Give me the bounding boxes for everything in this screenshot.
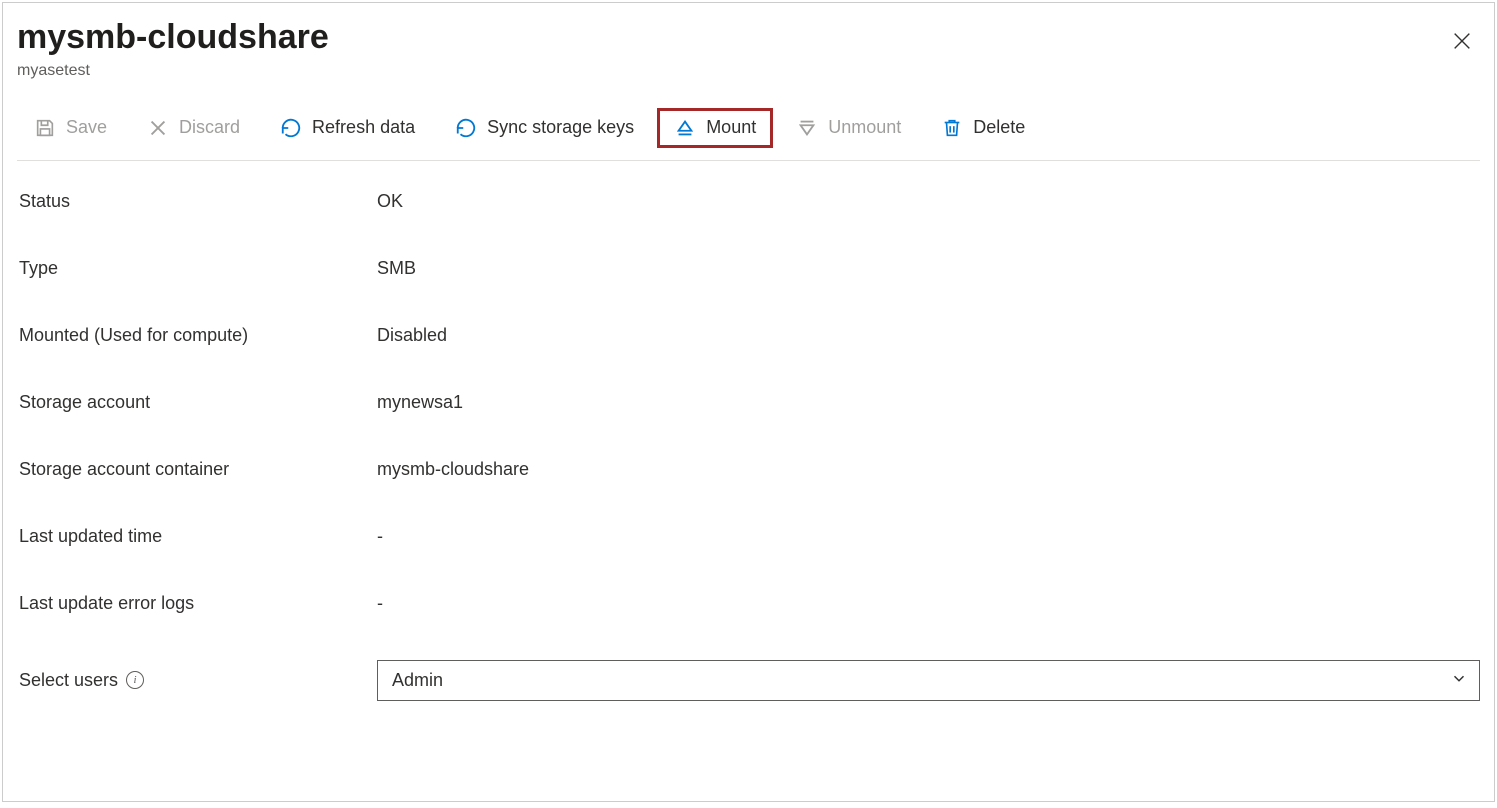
- delete-icon: [941, 117, 963, 139]
- storage-account-label: Storage account: [19, 392, 377, 413]
- toolbar: Save Discard Refresh data: [17, 90, 1480, 161]
- header: mysmb-cloudshare myasetest: [17, 17, 1480, 80]
- save-icon: [34, 117, 56, 139]
- status-value: OK: [377, 191, 1480, 212]
- sync-icon: [455, 117, 477, 139]
- storage-container-label: Storage account container: [19, 459, 377, 480]
- storage-account-value: mynewsa1: [377, 392, 1480, 413]
- mounted-row: Mounted (Used for compute) Disabled: [19, 325, 1480, 346]
- sync-keys-button[interactable]: Sync storage keys: [438, 108, 651, 148]
- unmount-button: Unmount: [779, 108, 918, 148]
- refresh-icon: [280, 117, 302, 139]
- mounted-value: Disabled: [377, 325, 1480, 346]
- select-users-label: Select users i: [19, 670, 377, 691]
- close-button[interactable]: [1444, 23, 1480, 59]
- save-button: Save: [17, 108, 124, 148]
- status-label: Status: [19, 191, 377, 212]
- discard-button: Discard: [130, 108, 257, 148]
- last-errors-value: -: [377, 593, 1480, 614]
- info-icon[interactable]: i: [126, 671, 144, 689]
- last-updated-label: Last updated time: [19, 526, 377, 547]
- type-label: Type: [19, 258, 377, 279]
- last-updated-value: -: [377, 526, 1480, 547]
- select-users-dropdown[interactable]: Admin: [377, 660, 1480, 701]
- share-panel: mysmb-cloudshare myasetest Save Discard: [2, 2, 1495, 802]
- page-subtitle: myasetest: [17, 62, 1430, 80]
- last-updated-row: Last updated time -: [19, 526, 1480, 547]
- select-users-row: Select users i Admin: [19, 660, 1480, 701]
- page-title: mysmb-cloudshare: [17, 17, 1430, 58]
- status-row: Status OK: [19, 191, 1480, 212]
- unmount-icon: [796, 117, 818, 139]
- storage-container-value: mysmb-cloudshare: [377, 459, 1480, 480]
- type-row: Type SMB: [19, 258, 1480, 279]
- close-icon: [1451, 30, 1473, 52]
- select-users-value: Admin: [392, 670, 443, 691]
- mount-button[interactable]: Mount: [657, 108, 773, 148]
- mounted-label: Mounted (Used for compute): [19, 325, 377, 346]
- storage-account-row: Storage account mynewsa1: [19, 392, 1480, 413]
- delete-button[interactable]: Delete: [924, 108, 1042, 148]
- last-errors-label: Last update error logs: [19, 593, 377, 614]
- mount-icon: [674, 117, 696, 139]
- type-value: SMB: [377, 258, 1480, 279]
- last-errors-row: Last update error logs -: [19, 593, 1480, 614]
- discard-icon: [147, 117, 169, 139]
- refresh-button[interactable]: Refresh data: [263, 108, 432, 148]
- storage-container-row: Storage account container mysmb-cloudsha…: [19, 459, 1480, 480]
- details-section: Status OK Type SMB Mounted (Used for com…: [17, 191, 1480, 701]
